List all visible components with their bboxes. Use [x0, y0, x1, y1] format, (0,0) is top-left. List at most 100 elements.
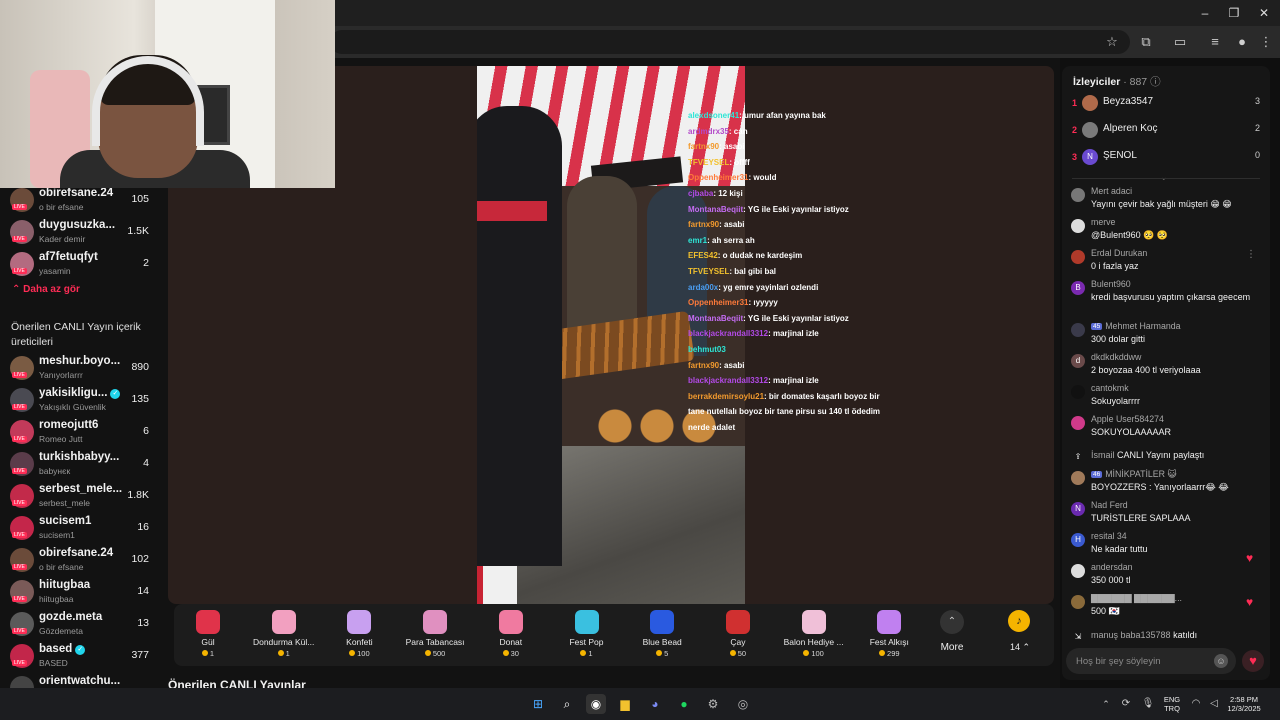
chat-user: İsmail — [1091, 450, 1115, 460]
spotify-icon[interactable]: ● — [674, 694, 694, 714]
chat-message[interactable]: B Bulent960 kredi başvurusu yaptım çıkarsa… — [1062, 279, 1270, 309]
message-more-icon[interactable]: ⋮ — [1246, 249, 1258, 261]
obs-icon[interactable]: ◎ — [733, 694, 753, 714]
viewer-count: 135 — [131, 393, 149, 405]
chrome-icon[interactable]: ◉ — [586, 694, 606, 714]
gift-item[interactable]: Fest Alkışı 299 — [851, 604, 927, 666]
chat-message[interactable]: N Nad Ferd TURİSTLERE SAPLAAA — [1062, 500, 1270, 530]
gift-icon — [271, 610, 296, 634]
tray-chevron-icon[interactable]: ⌃ — [1096, 694, 1116, 714]
gift-item[interactable]: Dondurma Kül... 1 — [246, 604, 322, 666]
viewers-title[interactable]: İzleyiciler · 887 ⓘ — [1073, 74, 1161, 89]
recommended-creator-item[interactable]: yakisikligu...✓ Yakışıklı Güvenlik 135 — [0, 384, 160, 416]
chat-message[interactable]: Mert adaci Yayını çevir bak yağlı müşteri… — [1062, 186, 1270, 216]
gift-item[interactable]: Gül 1 — [170, 604, 246, 666]
followed-item[interactable]: obirefsane.24 o bir efsane 105 — [0, 184, 160, 216]
chat-message[interactable]: Erdal Durukan 0 i fazla yaz — [1062, 248, 1270, 278]
coin-balance[interactable]: 14 ⌃ — [1000, 642, 1040, 653]
avatar — [10, 252, 34, 276]
creator-name-text: sucisem1 — [39, 515, 92, 527]
chat-message[interactable]: 46 MİNİKPATİLER 😺 BOYOZZERS : Yanıyorlaarr… — [1062, 469, 1270, 499]
recommended-creator-item[interactable]: meshur.boyo... Yanıyorlarrr 890 — [0, 352, 160, 384]
creator-name: romeojutt6 — [39, 419, 98, 431]
reading-list-icon[interactable]: ≡ — [1207, 34, 1223, 50]
minimize-button[interactable]: – — [1190, 4, 1220, 22]
gift-item[interactable]: Fest Pop 1 — [549, 604, 625, 666]
gift-item[interactable]: Balon Hediye ... 100 — [776, 604, 852, 666]
more-gifts-button[interactable]: ⌃ — [940, 610, 964, 634]
followed-item[interactable]: duygusuzka... Kader demir 1.5K — [0, 216, 160, 248]
overlay-chat-user: arda00x — [688, 282, 719, 292]
followed-item[interactable]: af7fetuqfyt yasamin 2 — [0, 248, 160, 280]
settings-gear-icon[interactable]: ⚙ — [703, 694, 723, 714]
recommended-creator-item[interactable]: sucisem1 sucisem1 16 — [0, 512, 160, 544]
gift-item[interactable]: Donat 30 — [473, 604, 549, 666]
chat-message[interactable]: andersdan 350 000 tl — [1062, 562, 1270, 592]
volume-icon[interactable]: ◁ — [1204, 694, 1224, 714]
wifi-icon[interactable]: ◠ — [1186, 694, 1206, 714]
chat-text: TURİSTLERE SAPLAAA — [1091, 513, 1191, 523]
chat-text: 350 000 tl — [1091, 575, 1131, 585]
gift-item[interactable]: Çay 50 — [700, 604, 776, 666]
chat-message[interactable]: Apple User584274 SOKUYOLAAAAAR — [1062, 414, 1270, 444]
show-less-button[interactable]: ⌃ Daha az gör — [12, 284, 80, 295]
cast-icon[interactable]: ▭ — [1172, 34, 1188, 50]
avatar — [1071, 595, 1085, 609]
gift-item[interactable]: Para Tabancası 500 — [397, 604, 473, 666]
overlay-chat-user: emr1 — [688, 235, 708, 245]
chat-panel: İzleyiciler · 887 ⓘ 1 Beyza3547 3 2 Alperen … — [1062, 66, 1270, 680]
recommended-creator-item[interactable]: romeojutt6 Romeo Jutt 6 — [0, 416, 160, 448]
recommended-creator-item[interactable]: turkishbabyy... babyнєк 4 — [0, 448, 160, 480]
file-explorer-icon[interactable]: ▆ — [615, 694, 635, 714]
start-windows-icon[interactable]: ⊞ — [528, 694, 548, 714]
chat-message[interactable]: merve @Bulent960 🥺 🥺 — [1062, 217, 1270, 247]
gift-icon — [347, 610, 372, 634]
avatar — [10, 484, 34, 508]
info-icon[interactable]: ⓘ — [1150, 76, 1161, 88]
stream-overlay-chat: alexdsoner41: umur afan yayına bak ardmdr… — [688, 108, 888, 435]
avatar — [10, 452, 34, 476]
maximize-button[interactable]: ❐ — [1219, 4, 1249, 22]
address-bar[interactable] — [330, 30, 1130, 54]
extensions-icon[interactable]: ⧉ — [1138, 34, 1154, 50]
coin-icon[interactable]: ♪ — [1008, 610, 1030, 632]
viewer-count: 16 — [137, 521, 149, 533]
top-viewer-item[interactable]: 3 N ŞENOL 0 — [1062, 146, 1270, 172]
recommended-creator-item[interactable]: gozde.meta Gözdemeta 13 — [0, 608, 160, 640]
top-viewer-item[interactable]: 2 Alperen Koç 2 — [1062, 119, 1270, 145]
chat-message[interactable]: 45 Mehmet Harmanda 300 dolar gitti — [1062, 321, 1270, 351]
avatar — [10, 188, 34, 212]
chat-text: SOKUYOLAAAAAR — [1091, 427, 1172, 437]
creator-sub: babyнєк — [39, 466, 71, 476]
divider — [1072, 178, 1260, 179]
language-indicator[interactable]: ENG TRQ — [1160, 695, 1184, 713]
recommended-creator-item[interactable]: based✓ BASED 377 — [0, 640, 160, 672]
chat-message[interactable]: d dkdkdkddww 2 boyozaa 400 tl veriyolaaa — [1062, 352, 1270, 382]
gift-name: Çay — [730, 637, 746, 647]
chat-message[interactable]: cantokmk Sokuyolarrrr — [1062, 383, 1270, 413]
clock[interactable]: 2:58 PM 12/3/2025 — [1224, 695, 1264, 713]
more-gifts-label[interactable]: More — [928, 642, 976, 653]
chat-input-row: ☺ — [1066, 648, 1236, 674]
emoji-icon[interactable]: ☺ — [1214, 654, 1228, 668]
profile-avatar-icon[interactable]: ● — [1234, 34, 1250, 50]
recommended-creator-item[interactable]: serbest_mele... serbest_mele 1.8K — [0, 480, 160, 512]
bookmark-star-icon[interactable]: ☆ — [1104, 34, 1120, 50]
close-window-button[interactable]: ✕ — [1249, 4, 1279, 22]
top-viewer-item[interactable]: 1 Beyza3547 3 — [1062, 92, 1270, 118]
search-icon[interactable]: ⌕ — [557, 694, 577, 714]
chat-message[interactable]: ▇▇▇▇▇▇ ▇▇▇▇▇▇... 500 🇰🇷 — [1062, 593, 1270, 623]
sync-icon[interactable]: ⟳ — [1116, 694, 1136, 714]
browser-menu-icon[interactable]: ⋮ — [1258, 34, 1274, 50]
send-gift-button[interactable]: ♥ — [1242, 650, 1264, 672]
recommended-creator-item[interactable]: obirefsane.24 o bir efsane 102 — [0, 544, 160, 576]
recommended-creator-item[interactable]: hiitugbaa hiitugbaa 14 — [0, 576, 160, 608]
gift-item[interactable]: Konfeti 100 — [321, 604, 397, 666]
overlay-chat-user: TFVEYSEL — [688, 157, 730, 167]
chat-input[interactable] — [1076, 653, 1206, 669]
microphone-icon[interactable]: 🎙 — [1138, 694, 1158, 714]
chat-message[interactable]: Hresital 34 Ne kadar tuttu — [1062, 531, 1270, 561]
gift-item[interactable]: Blue Bead 5 — [624, 604, 700, 666]
discord-icon[interactable]: ◕ — [645, 694, 665, 714]
viewer-count: 102 — [131, 553, 149, 565]
